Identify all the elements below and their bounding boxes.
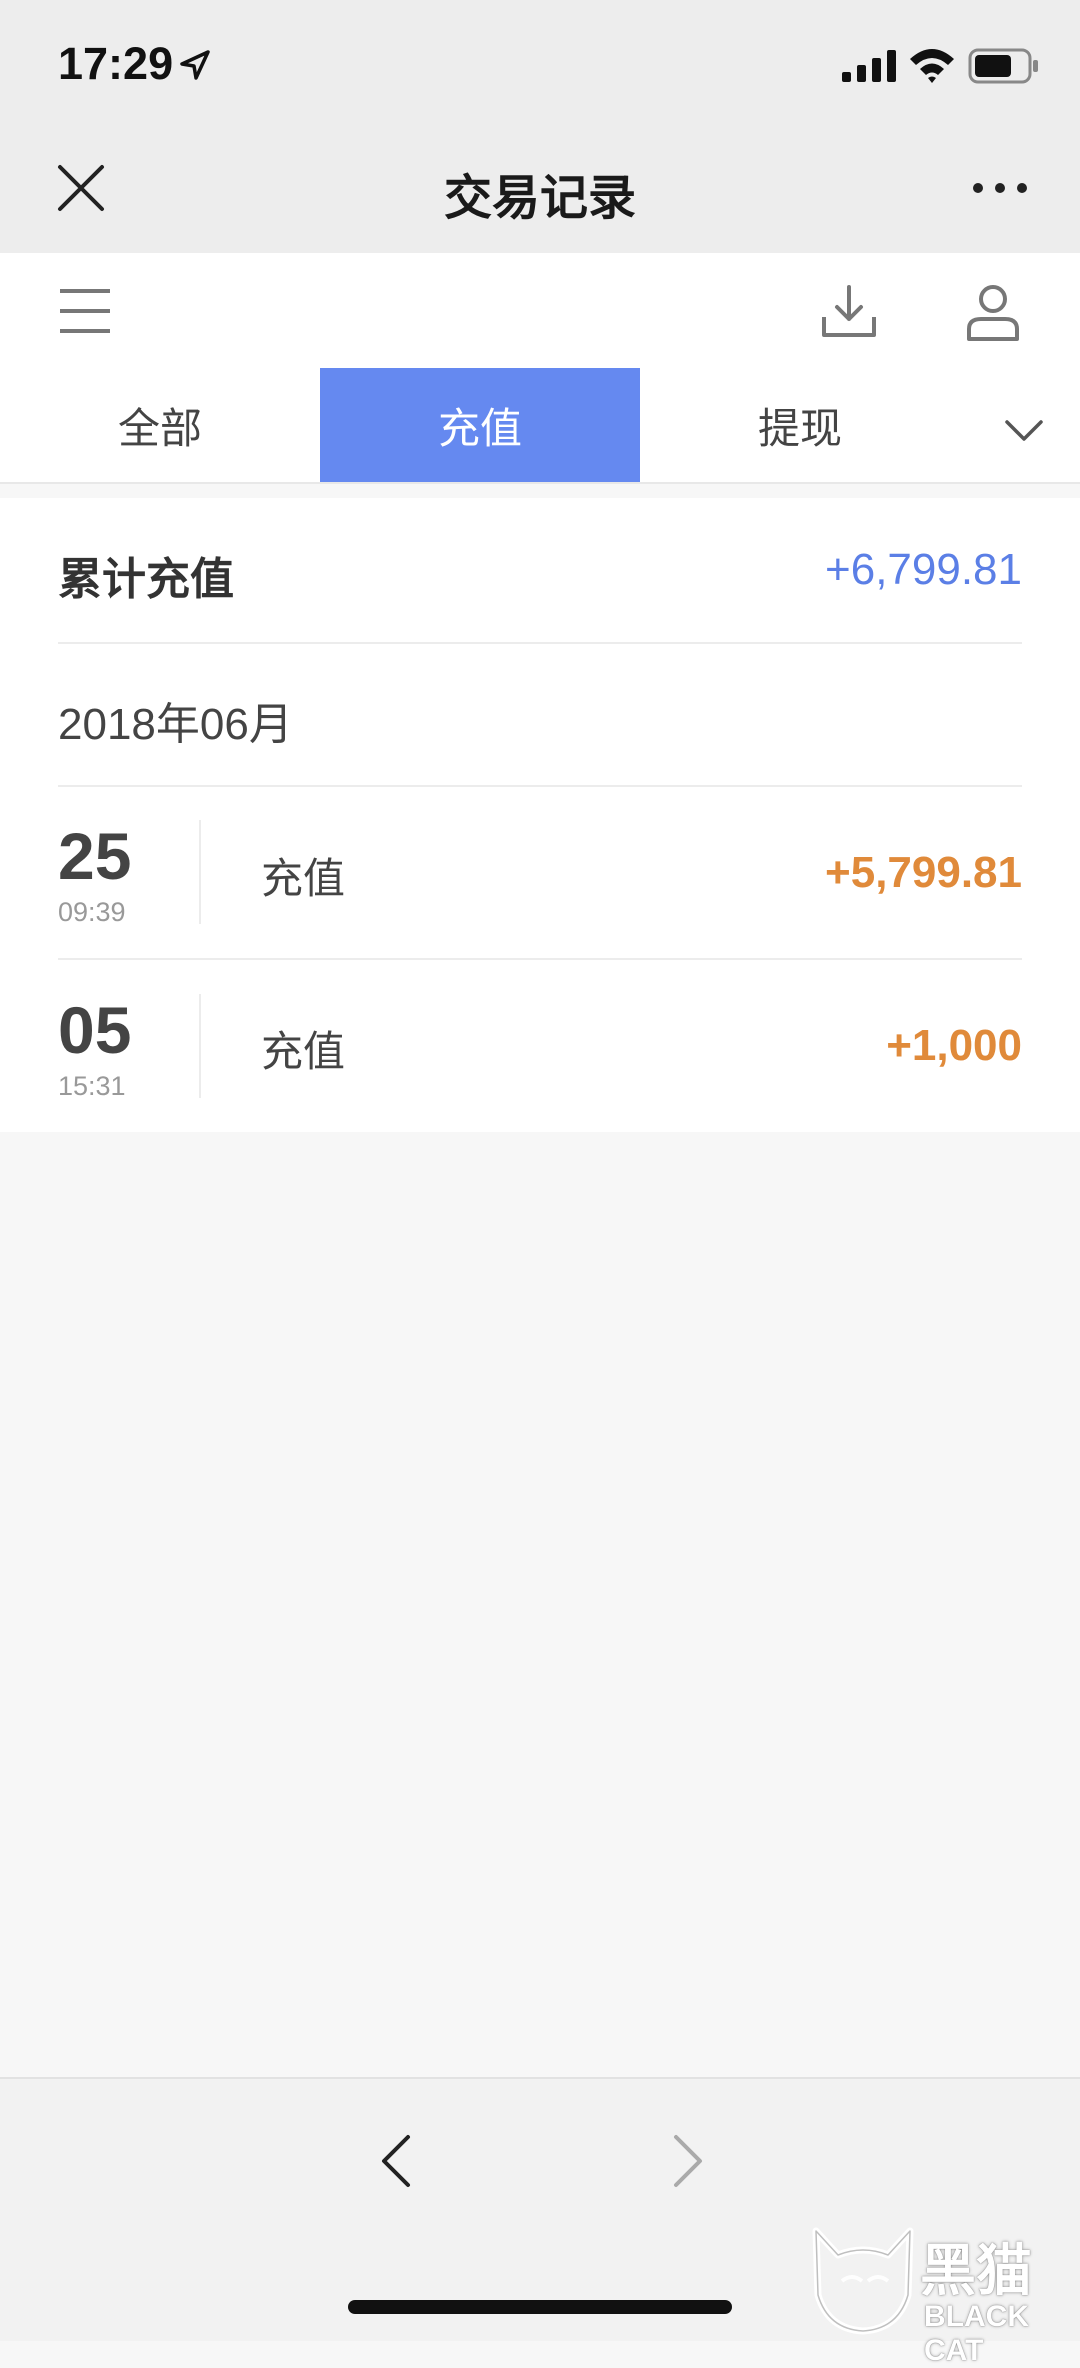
status-time: 17:29 <box>58 38 174 89</box>
watermark-text: 黑猫 <box>920 2239 1032 2304</box>
back-icon[interactable] <box>378 2133 414 2189</box>
month-header: 2018年06月 <box>58 700 293 749</box>
summary-label: 累计充值 <box>58 554 234 605</box>
row-day: 25 <box>58 819 132 893</box>
divider <box>58 958 1022 960</box>
home-indicator[interactable] <box>348 2300 732 2314</box>
row-separator <box>199 820 201 924</box>
divider <box>58 785 1022 787</box>
signal-icon <box>842 50 896 82</box>
toolbar <box>0 253 1080 369</box>
wifi-icon <box>910 49 954 83</box>
menu-icon[interactable] <box>58 285 112 337</box>
forward-icon[interactable] <box>670 2133 706 2189</box>
row-type: 充值 <box>261 1027 346 1076</box>
user-icon[interactable] <box>965 283 1021 341</box>
tab-withdraw-label: 提现 <box>757 403 842 453</box>
tab-recharge[interactable]: 充值 <box>320 368 640 482</box>
location-arrow-icon <box>180 50 210 80</box>
row-time: 15:31 <box>58 1071 126 1101</box>
tab-recharge-label: 充值 <box>437 403 522 453</box>
row-amount: +5,799.81 <box>825 848 1022 897</box>
tab-all[interactable]: 全部 <box>0 368 320 482</box>
page-title: 交易记录 <box>443 170 636 226</box>
chevron-down-icon[interactable] <box>1004 418 1044 444</box>
tab-withdraw[interactable]: 提现 <box>640 368 960 482</box>
battery-icon <box>968 48 1038 84</box>
cat-logo-icon <box>812 2227 914 2335</box>
row-amount: +1,000 <box>886 1021 1022 1070</box>
row-day: 05 <box>58 993 132 1067</box>
divider <box>58 642 1022 644</box>
row-type: 充值 <box>261 854 346 903</box>
more-icon[interactable] <box>970 178 1030 198</box>
summary-value: +6,799.81 <box>825 545 1022 594</box>
download-icon[interactable] <box>820 283 878 341</box>
tab-all-label: 全部 <box>117 403 202 453</box>
watermark-subtext: BLACK CAT <box>924 2300 1029 2367</box>
row-time: 09:39 <box>58 897 126 927</box>
row-separator <box>199 994 201 1098</box>
